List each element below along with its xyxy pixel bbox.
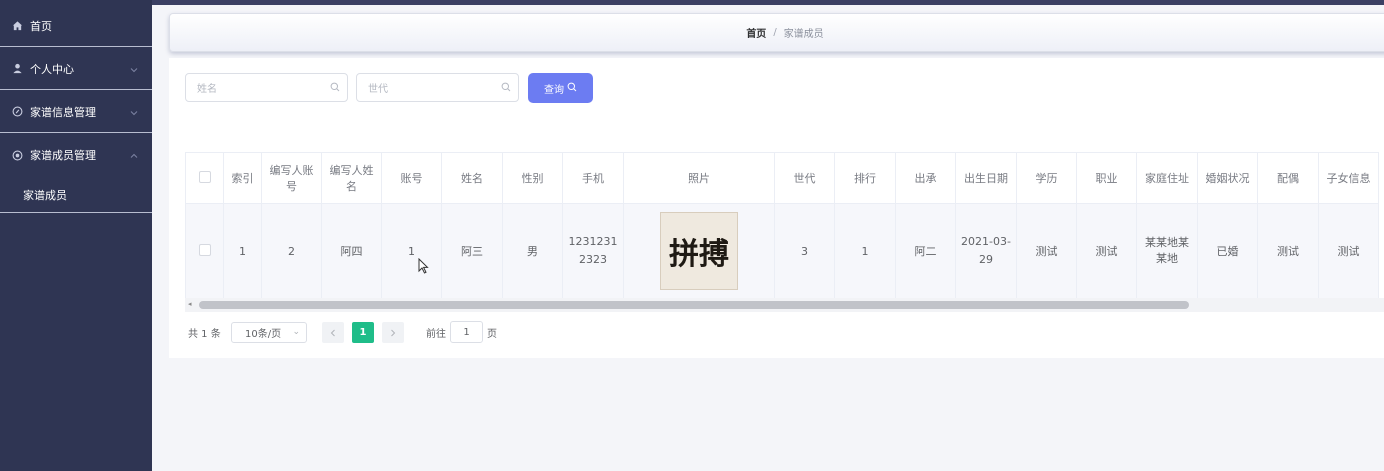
table-header: 编写人账号: [261, 152, 322, 204]
home-icon: [11, 20, 23, 32]
breadcrumb: 首页 / 家谱成员: [169, 13, 1384, 52]
cell-spouse: 测试: [1257, 203, 1319, 299]
table-header: 编写人姓名: [321, 152, 382, 204]
mouse-cursor-icon: [418, 257, 429, 278]
query-button[interactable]: 查询: [528, 73, 593, 103]
goto-label: 前往: [426, 329, 446, 340]
row-select[interactable]: [185, 203, 224, 299]
table-header-row: 索引 编写人账号 编写人姓名 账号 姓名 性别 手机 照片 世代 排行 出承 出…: [185, 152, 1379, 204]
table-header: 出承: [895, 152, 956, 204]
sidebar-item-label: 首页: [30, 19, 52, 33]
sidebar: 首页 个人中心 家谱信息管理 家谱成员管理 家谱成员: [0, 0, 152, 471]
name-search-input[interactable]: 姓名: [185, 73, 348, 102]
chevron-down-icon: [130, 63, 138, 76]
cell-children: 测试: [1318, 203, 1379, 299]
cell-account: 1: [381, 203, 442, 299]
members-icon: [11, 149, 23, 161]
cell-phone: 12312312323: [562, 203, 624, 299]
scrollbar-thumb[interactable]: [199, 301, 1189, 309]
cell-marital-status: 已婚: [1197, 203, 1258, 299]
table-header: 学历: [1016, 152, 1077, 204]
table-header: 排行: [834, 152, 896, 204]
generation-search-input[interactable]: 世代: [356, 73, 519, 102]
table-header: 世代: [774, 152, 835, 204]
table-header: 出生日期: [955, 152, 1017, 204]
cell-writer-name: 阿四: [321, 203, 382, 299]
checkbox[interactable]: [198, 243, 211, 256]
table-header: 手机: [562, 152, 624, 204]
scroll-left-icon[interactable]: ◂: [188, 300, 192, 308]
chevron-up-icon: [130, 149, 138, 162]
sidebar-item-label: 个人中心: [30, 62, 74, 76]
table-header: 职业: [1076, 152, 1137, 204]
member-photo[interactable]: 拼搏: [660, 212, 738, 290]
prev-page-button[interactable]: [322, 322, 344, 343]
cell-name: 阿三: [441, 203, 503, 299]
user-icon: [11, 63, 23, 75]
table-header: 婚姻状况: [1197, 152, 1258, 204]
name-search-placeholder: 姓名: [197, 84, 217, 95]
search-icon: [567, 82, 577, 95]
breadcrumb-home[interactable]: 首页: [746, 25, 766, 40]
cell-index: 1: [223, 203, 262, 299]
cell-education: 测试: [1016, 203, 1077, 299]
page-size-value: 10条/页: [245, 329, 282, 340]
top-strip: [152, 0, 1384, 5]
breadcrumb-current: 家谱成员: [783, 29, 824, 40]
sidebar-item-family-info[interactable]: 家谱信息管理: [0, 91, 152, 133]
page-label: 页: [487, 329, 497, 340]
table-header: 账号: [381, 152, 442, 204]
table-header: 索引: [223, 152, 262, 204]
pagination-total: 共 1 条: [188, 329, 221, 340]
cell-occupation: 测试: [1076, 203, 1137, 299]
cell-lineage: 阿二: [895, 203, 956, 299]
page-size-select[interactable]: 10条/页 ⌄: [231, 322, 307, 343]
table-header: 性别: [502, 152, 563, 204]
cell-generation: 3: [774, 203, 835, 299]
table-header: 照片: [623, 152, 775, 204]
table-row[interactable]: 1 2 阿四 1 阿三 男 12312312323 拼搏 3 1 阿二 2021…: [185, 203, 1379, 299]
chevron-down-icon: ⌄: [292, 327, 300, 337]
cell-birth-date: 2021-03-29: [955, 203, 1017, 299]
members-table: 索引 编写人账号 编写人姓名 账号 姓名 性别 手机 照片 世代 排行 出承 出…: [185, 152, 1384, 312]
chevron-left-icon: [330, 329, 335, 336]
sidebar-subitem-members[interactable]: 家谱成员: [0, 177, 152, 213]
search-icon: [501, 82, 511, 95]
next-page-button[interactable]: [382, 322, 404, 343]
chevron-right-icon: [391, 329, 396, 336]
page-number-current[interactable]: 1: [352, 322, 374, 343]
search-icon: [330, 82, 340, 95]
cell-photo: 拼搏: [623, 203, 775, 299]
goto-page-input[interactable]: 1: [450, 321, 483, 343]
cell-rank: 1: [834, 203, 896, 299]
table-header: 配偶: [1257, 152, 1319, 204]
header-select-all[interactable]: [185, 152, 224, 204]
cell-address: 某某地某某地: [1136, 203, 1198, 299]
chevron-down-icon: [130, 106, 138, 119]
info-circle-icon: [11, 106, 23, 118]
table-header: 家庭住址: [1136, 152, 1198, 204]
sidebar-item-label: 家谱成员管理: [30, 149, 96, 162]
sidebar-item-home[interactable]: 首页: [0, 5, 152, 47]
generation-search-placeholder: 世代: [368, 84, 388, 95]
cell-writer-account: 2: [261, 203, 322, 299]
checkbox[interactable]: [198, 170, 211, 183]
query-button-label: 查询: [544, 84, 564, 96]
cell-gender: 男: [502, 203, 563, 299]
breadcrumb-separator: /: [773, 27, 777, 38]
sidebar-item-label: 家谱信息管理: [30, 105, 96, 119]
sidebar-item-family-members[interactable]: 家谱成员管理: [0, 134, 152, 176]
sidebar-item-profile[interactable]: 个人中心: [0, 48, 152, 90]
table-header: 姓名: [441, 152, 503, 204]
table-header: 子女信息: [1318, 152, 1379, 204]
